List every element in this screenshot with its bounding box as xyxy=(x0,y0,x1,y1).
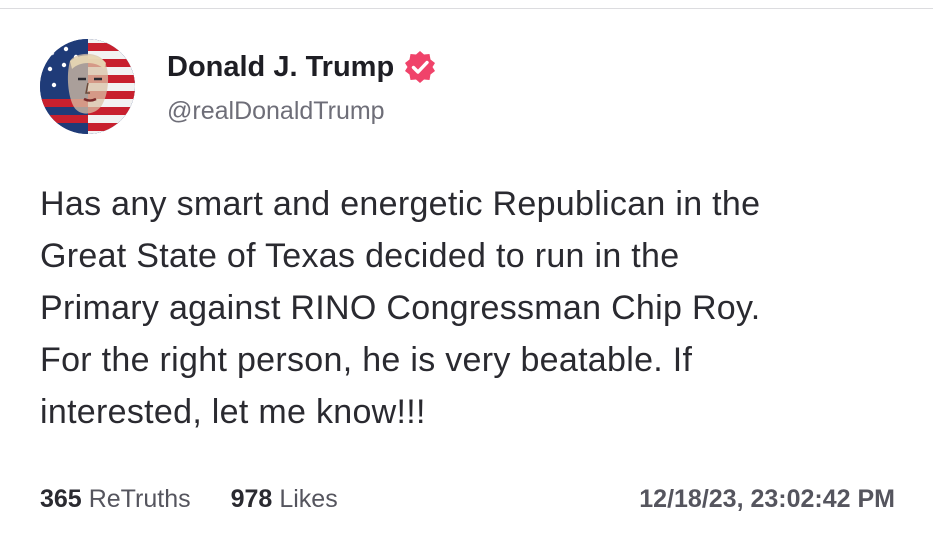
post-text: Has any smart and energetic Republican i… xyxy=(40,178,920,438)
post-text-line: Has any smart and energetic Republican i… xyxy=(40,185,761,223)
post-text-line: For the right person, he is very beatabl… xyxy=(40,341,693,379)
profile-avatar[interactable] xyxy=(40,39,135,134)
retruths-label: ReTruths xyxy=(88,484,191,513)
likes-label: Likes xyxy=(279,484,338,513)
post-text-line: interested, let me know!!! xyxy=(40,393,426,431)
truth-post: Donald J. Trump @realDonaldTrump Has any… xyxy=(0,0,933,539)
likes-stat[interactable]: 978 Likes xyxy=(231,485,338,514)
author-handle[interactable]: @realDonaldTrump xyxy=(167,97,385,126)
post-text-line: Great State of Texas decided to run in t… xyxy=(40,237,680,275)
retruths-count: 365 xyxy=(40,484,82,513)
likes-count: 978 xyxy=(230,484,273,513)
post-text-line: Primary against RINO Congressman Chip Ro… xyxy=(40,289,761,327)
post-timestamp[interactable]: 12/18/23, 23:02:42 PM xyxy=(639,482,895,516)
avatar-image xyxy=(40,39,135,134)
author-name[interactable]: Donald J. Trump xyxy=(167,51,394,84)
post-stats: 365 ReTruths 978 Likes xyxy=(40,482,378,516)
verified-badge-icon xyxy=(403,50,437,84)
retruths-stat[interactable]: 365 ReTruths xyxy=(40,485,191,514)
author-name-row: Donald J. Trump xyxy=(167,50,437,84)
